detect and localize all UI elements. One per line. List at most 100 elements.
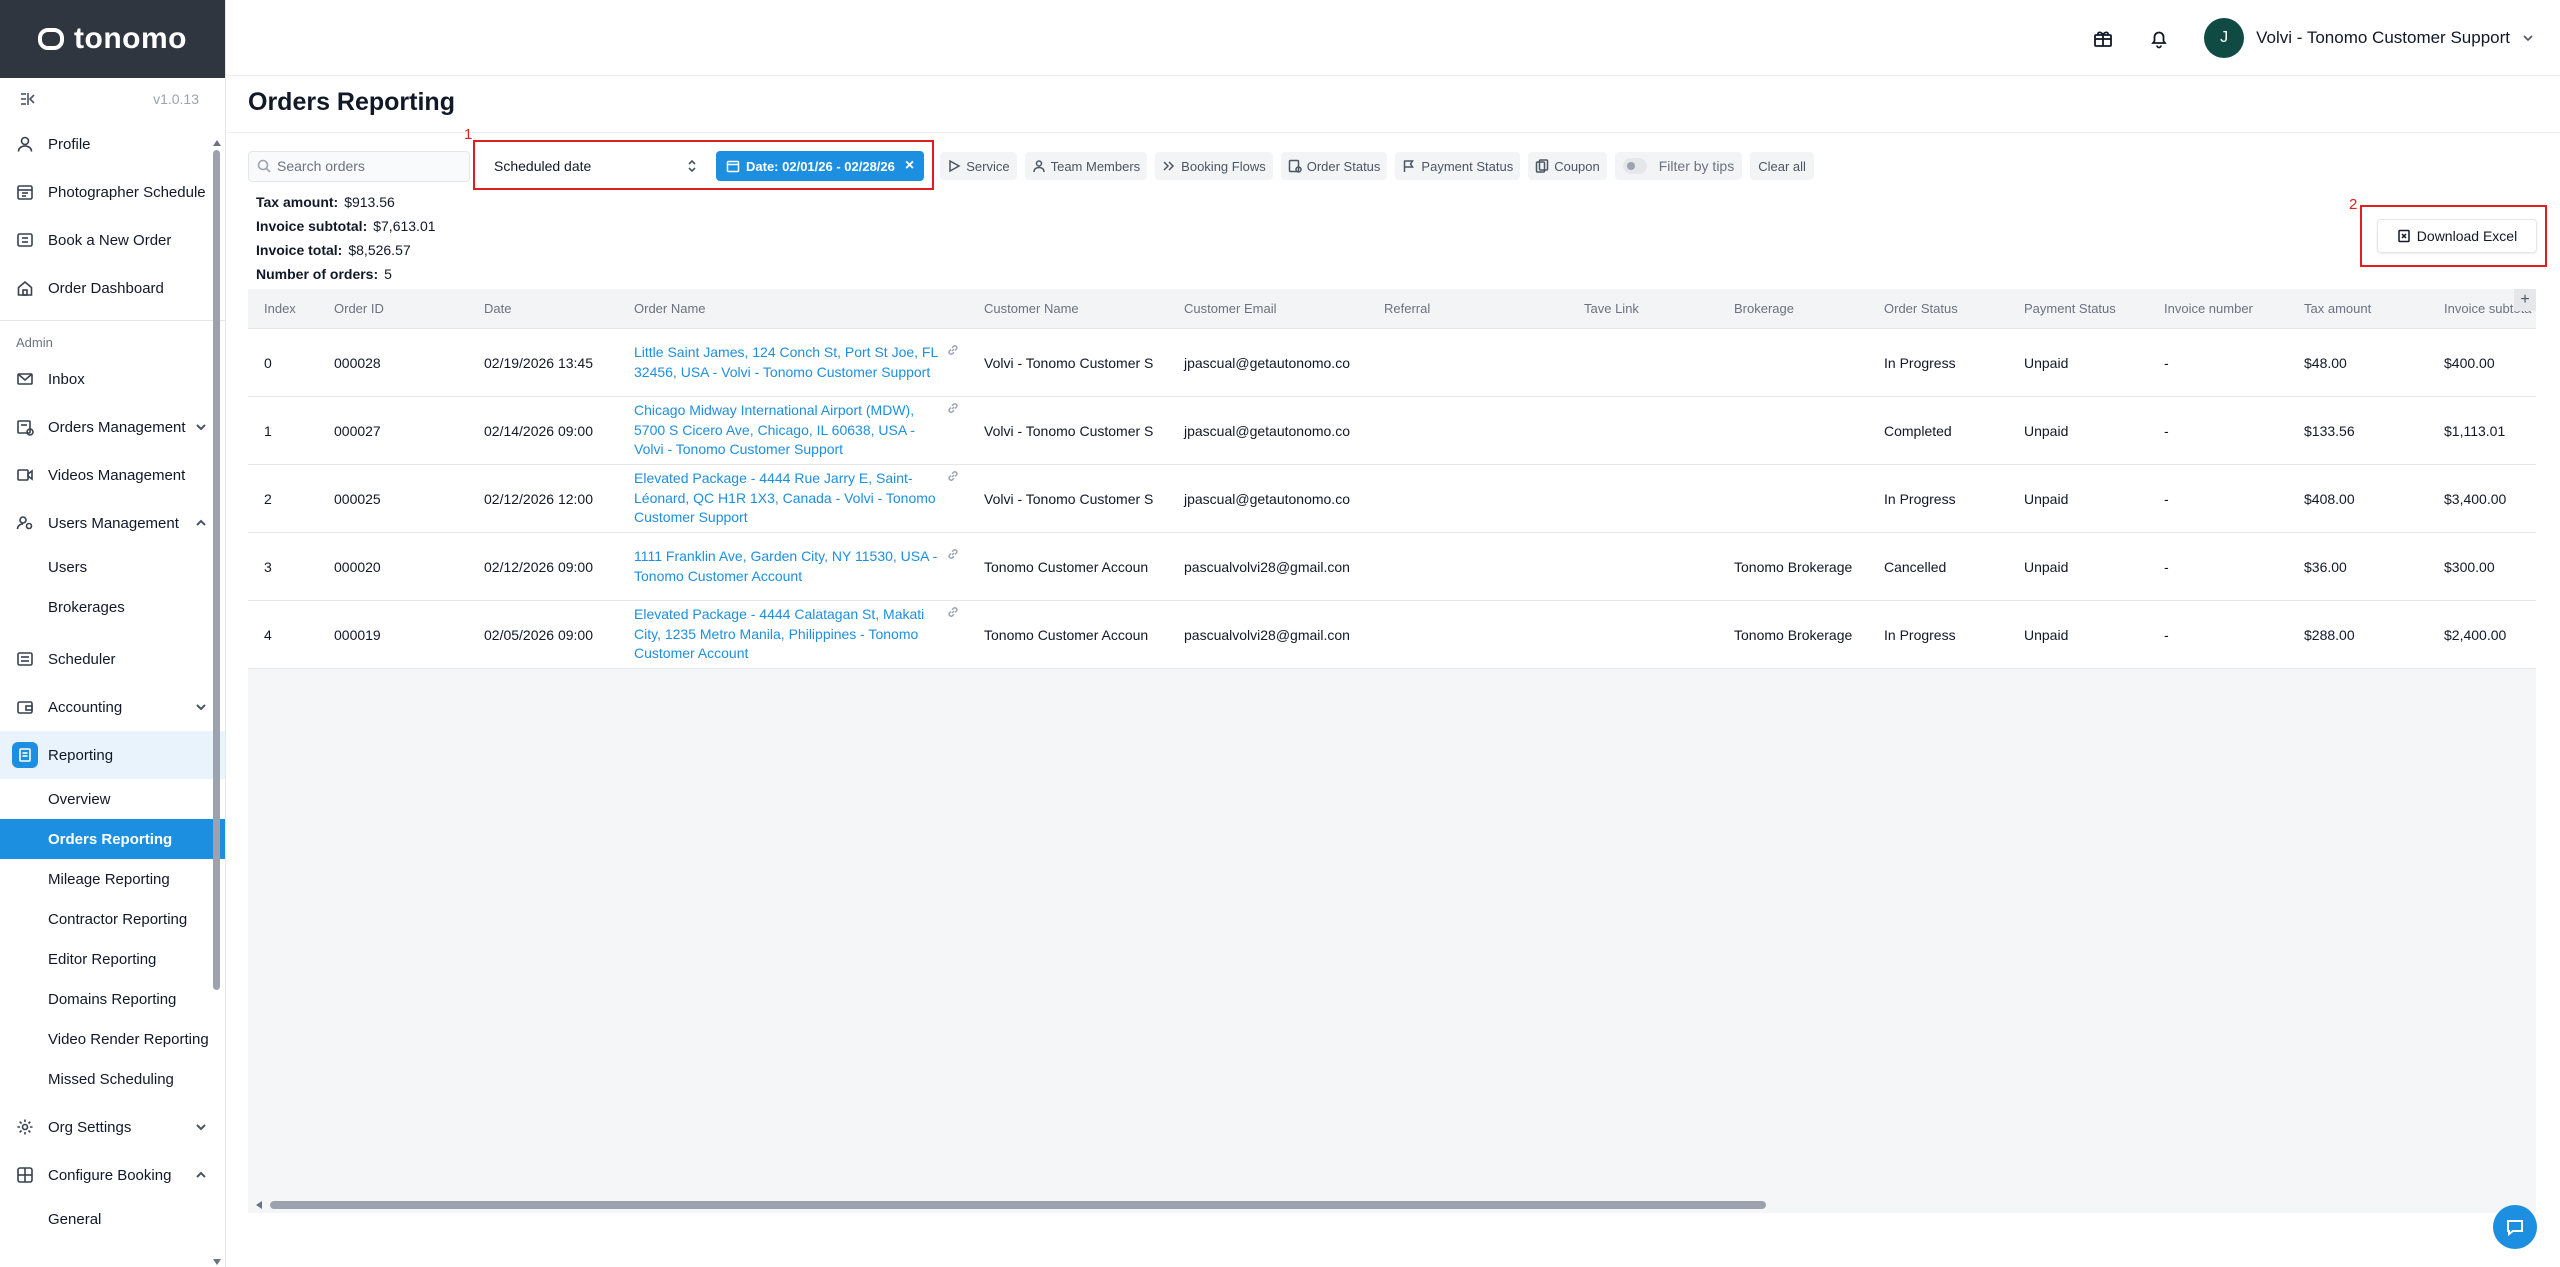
order-name-link[interactable]: 1111 Franklin Ave, Garden City, NY 11530… — [634, 548, 937, 584]
sidebar-item-contractor-reporting[interactable]: Contractor Reporting — [0, 899, 225, 939]
filter-coupon[interactable]: Coupon — [1528, 152, 1607, 180]
chevron-down-icon[interactable] — [191, 417, 211, 437]
scroll-down-icon[interactable] — [213, 1259, 221, 1265]
copy-link-icon[interactable] — [946, 605, 960, 619]
column-header-customer-name[interactable]: Customer Name — [968, 301, 1168, 316]
cell-date: 02/19/2026 13:45 — [484, 354, 593, 371]
cell-order-status: In Progress — [1884, 626, 1956, 643]
sidebar-item-missed-scheduling[interactable]: Missed Scheduling — [0, 1059, 225, 1099]
filter-payment-status[interactable]: Payment Status — [1395, 152, 1521, 180]
clear-all-button[interactable]: Clear all — [1750, 152, 1814, 180]
filter-team-members[interactable]: Team Members — [1024, 152, 1148, 180]
sidebar-item-overview[interactable]: Overview — [0, 779, 225, 819]
search-input[interactable] — [277, 158, 457, 174]
copy-link-icon[interactable] — [946, 401, 960, 415]
collapse-sidebar-icon[interactable] — [18, 89, 38, 109]
scroll-left-icon[interactable] — [256, 1201, 262, 1209]
sidebar-item-video-render-reporting[interactable]: Video Render Reporting — [0, 1019, 225, 1059]
order-name-link[interactable]: Little Saint James, 124 Conch St, Port S… — [634, 344, 938, 380]
bell-icon[interactable] — [2148, 27, 2170, 49]
sidebar-item-scheduler[interactable]: Scheduler — [0, 635, 225, 683]
sidebar-item-profile[interactable]: Profile — [0, 120, 225, 168]
sidebar-item-configure-booking[interactable]: Configure Booking — [0, 1151, 225, 1199]
cell-tax-amount: $288.00 — [2304, 626, 2355, 643]
cell-invoice-subtotal: $400.00 — [2444, 354, 2495, 371]
column-header-order-status[interactable]: Order Status — [1868, 301, 2008, 316]
order-name-link[interactable]: Elevated Package - 4444 Rue Jarry E, Sai… — [634, 470, 936, 525]
filter-label: Coupon — [1554, 158, 1600, 174]
column-header-order-name[interactable]: Order Name — [618, 301, 968, 316]
page-title: Orders Reporting — [248, 88, 455, 116]
gift-icon[interactable] — [2092, 27, 2114, 49]
table-row[interactable]: 3 000020 02/12/2026 09:00 1111 Franklin Ave… — [248, 533, 2536, 601]
summary-tax: Tax amount: $913.56 — [256, 190, 436, 214]
sidebar-item-order-dashboard[interactable]: Order Dashboard — [0, 264, 225, 312]
sidebar-item-users[interactable]: Users — [0, 547, 225, 587]
tips-toggle[interactable] — [1622, 158, 1647, 174]
sidebar-item-inbox[interactable]: Inbox — [0, 355, 225, 403]
add-column-button[interactable]: + — [2514, 289, 2536, 311]
column-header-payment-status[interactable]: Payment Status — [2008, 301, 2148, 316]
sidebar-item-mileage-reporting[interactable]: Mileage Reporting — [0, 859, 225, 899]
table-row[interactable]: 2 000025 02/12/2026 12:00 Elevated Package … — [248, 465, 2536, 533]
sidebar-item-brokerages[interactable]: Brokerages — [0, 587, 225, 627]
sidebar-item-domains-reporting[interactable]: Domains Reporting — [0, 979, 225, 1019]
sidebar-scrollbar[interactable] — [213, 140, 221, 1265]
summary-orders-label: Number of orders: — [256, 266, 379, 282]
filter-service[interactable]: Service — [940, 152, 1017, 180]
download-excel-button[interactable]: Download Excel — [2377, 219, 2537, 253]
chevron-up-icon[interactable] — [191, 1165, 211, 1185]
chat-support-button[interactable] — [2493, 1205, 2537, 1249]
cell-order-name[interactable]: Little Saint James, 124 Conch St, Port S… — [618, 343, 968, 382]
filter-booking-flows[interactable]: Booking Flows — [1155, 152, 1273, 180]
sidebar-item-reporting[interactable]: Reporting — [0, 731, 225, 779]
chevron-down-icon[interactable] — [191, 697, 211, 717]
top-header: J Volvi - Tonomo Customer Support — [226, 0, 2560, 76]
column-header-brokerage[interactable]: Brokerage — [1718, 301, 1868, 316]
column-header-customer-email[interactable]: Customer Email — [1168, 301, 1368, 316]
sidebar-item-editor-reporting[interactable]: Editor Reporting — [0, 939, 225, 979]
cell-payment-status: Unpaid — [2024, 626, 2069, 643]
table-horizontal-scrollbar[interactable] — [248, 1198, 2536, 1212]
chevron-down-icon[interactable] — [191, 1117, 211, 1137]
sidebar-item-org-settings[interactable]: Org Settings — [0, 1103, 225, 1151]
filter-order-status[interactable]: Order Status — [1280, 152, 1388, 180]
play-icon — [949, 159, 961, 173]
sidebar-item-users-management[interactable]: Users Management — [0, 499, 225, 547]
sidebar-item-orders-reporting[interactable]: Orders Reporting — [0, 819, 225, 859]
cell-order-name[interactable]: Elevated Package - 4444 Rue Jarry E, Sai… — [618, 469, 968, 528]
copy-link-icon[interactable] — [946, 469, 960, 483]
scrollbar-thumb[interactable] — [213, 150, 220, 990]
sidebar-item-label: Order Dashboard — [48, 279, 164, 297]
column-header-invoice-number[interactable]: Invoice number — [2148, 301, 2288, 316]
cell-order-name[interactable]: Chicago Midway International Airport (MD… — [618, 401, 968, 460]
sidebar-item-orders-management[interactable]: Orders Management — [0, 403, 225, 451]
table-row[interactable]: 1 000027 02/14/2026 09:00 Chicago Midway In… — [248, 397, 2536, 465]
search-box[interactable] — [248, 150, 470, 182]
sidebar-item-book-new-order[interactable]: Book a New Order — [0, 216, 225, 264]
column-header-tax-amount[interactable]: Tax amount — [2288, 301, 2428, 316]
column-header-order-id[interactable]: Order ID — [318, 301, 468, 316]
column-header-date[interactable]: Date — [468, 301, 618, 316]
order-name-link[interactable]: Elevated Package - 4444 Calatagan St, Ma… — [634, 606, 924, 661]
sidebar-item-photographer-schedule[interactable]: Photographer Schedule — [0, 168, 225, 216]
column-header-referral[interactable]: Referral — [1368, 301, 1568, 316]
excel-icon — [2398, 229, 2410, 243]
chevron-up-icon[interactable] — [191, 513, 211, 533]
sidebar-item-accounting[interactable]: Accounting — [0, 683, 225, 731]
column-header-index[interactable]: Index — [248, 301, 318, 316]
order-name-link[interactable]: Chicago Midway International Airport (MD… — [634, 402, 915, 457]
column-header-tave-link[interactable]: Tave Link — [1568, 301, 1718, 316]
table-row[interactable]: 4 000019 02/05/2026 09:00 Elevated Package … — [248, 601, 2536, 669]
copy-link-icon[interactable] — [946, 343, 960, 357]
user-menu[interactable]: J Volvi - Tonomo Customer Support — [2204, 17, 2536, 58]
scrollbar-thumb[interactable] — [270, 1201, 1766, 1209]
brand-logo[interactable]: tonomo — [0, 0, 225, 78]
sidebar-item-videos-management[interactable]: Videos Management — [0, 451, 225, 499]
sidebar-item-general[interactable]: General — [0, 1199, 225, 1239]
copy-link-icon[interactable] — [946, 547, 960, 561]
table-row[interactable]: 0 000028 02/19/2026 13:45 Little Saint Jame… — [248, 329, 2536, 397]
scroll-up-icon[interactable] — [213, 140, 221, 146]
cell-order-name[interactable]: 1111 Franklin Ave, Garden City, NY 11530… — [618, 547, 968, 586]
cell-order-name[interactable]: Elevated Package - 4444 Calatagan St, Ma… — [618, 605, 968, 664]
